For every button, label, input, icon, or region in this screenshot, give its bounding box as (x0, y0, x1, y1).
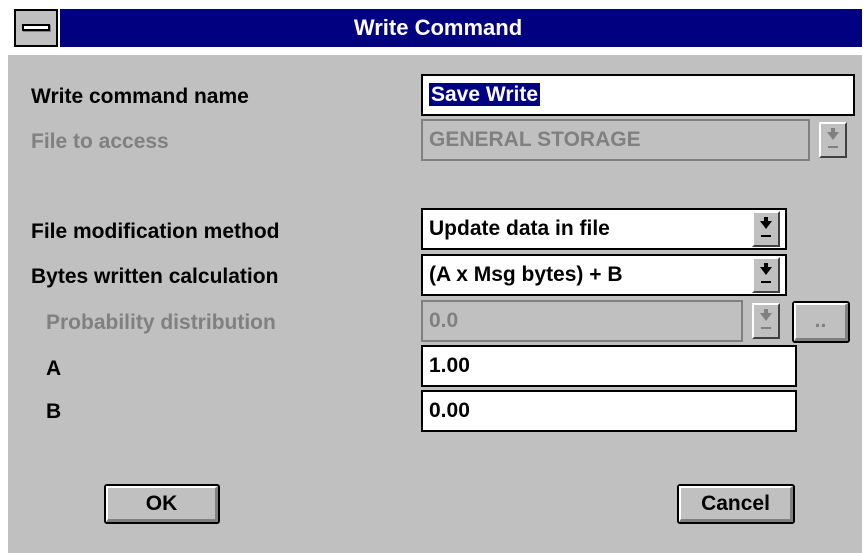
probability-distribution-field: 0.0 (421, 300, 743, 342)
probability-distribution-browse-button: .. (792, 301, 850, 343)
window-title: Write Command (353, 15, 523, 40)
write-command-name-input[interactable]: Save Write (421, 74, 855, 116)
file-modification-method-dropdown-icon[interactable] (752, 211, 780, 247)
write-command-name-value: Save Write (429, 83, 540, 106)
file-modification-method-value: Update data in file (429, 217, 610, 240)
file-to-access-dropdown-icon (819, 122, 847, 158)
ok-button-label: OK (106, 486, 218, 522)
b-input[interactable]: 0.00 (421, 390, 797, 432)
bytes-written-calculation-label: Bytes written calculation (31, 265, 279, 288)
write-command-name-label: Write command name (31, 85, 249, 108)
file-modification-method-label: File modification method (31, 220, 280, 243)
ok-button[interactable]: OK (104, 484, 220, 524)
bytes-written-calculation-select[interactable]: (A x Msg bytes) + B (421, 254, 787, 296)
file-to-access-field: GENERAL STORAGE (421, 119, 810, 161)
write-command-dialog: Write Command Write command name Save Wr… (8, 0, 862, 553)
probability-distribution-dropdown-icon (752, 303, 780, 339)
probability-distribution-label: Probability distribution (46, 311, 276, 334)
bytes-written-calculation-value: (A x Msg bytes) + B (429, 263, 623, 286)
cancel-button-label: Cancel (679, 486, 793, 522)
browse-button-label: .. (794, 303, 848, 341)
a-label: A (46, 357, 62, 380)
b-label: B (46, 400, 62, 423)
b-value: 0.00 (429, 399, 470, 422)
file-modification-method-select[interactable]: Update data in file (421, 208, 787, 250)
cancel-button[interactable]: Cancel (677, 484, 795, 524)
system-menu-icon[interactable] (14, 9, 58, 47)
file-to-access-value: GENERAL STORAGE (429, 128, 641, 151)
a-value: 1.00 (429, 354, 470, 377)
a-input[interactable]: 1.00 (421, 345, 797, 387)
file-to-access-label: File to access (31, 130, 169, 153)
bytes-written-calculation-dropdown-icon[interactable] (752, 257, 780, 293)
probability-distribution-value: 0.0 (429, 309, 459, 332)
title-bar: Write Command (8, 0, 862, 55)
